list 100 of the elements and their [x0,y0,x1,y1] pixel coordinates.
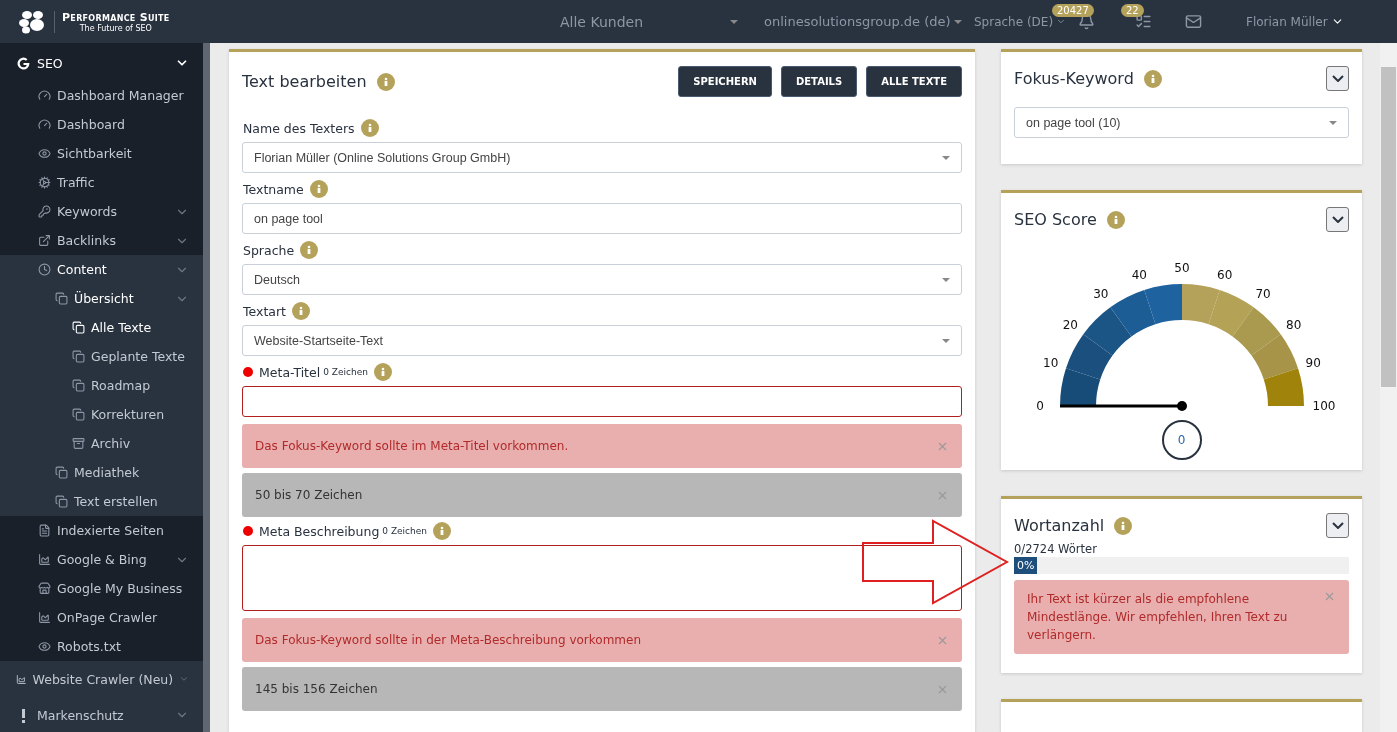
alert-text: 145 bis 156 Zeichen [255,682,379,696]
key-icon [38,205,51,218]
info-icon[interactable] [292,302,310,320]
sidebar-item[interactable]: Indexierte Seiten [0,516,203,545]
domain-dropdown[interactable]: onlinesolutionsgroup.de (de) [764,14,974,29]
info-icon[interactable] [1114,516,1133,535]
sidebar-item[interactable]: Google My Business [0,574,203,603]
chevron-icon [1331,522,1344,529]
notification-badge: 20427 [1052,4,1094,17]
sidebar-item[interactable]: Markenschutz [0,697,203,732]
sidebar-item[interactable]: Content [0,255,203,284]
chevron-icon [1331,216,1344,223]
sidebar-item[interactable]: Dashboard [0,110,203,139]
info-icon[interactable] [360,119,379,137]
documents-icon [72,408,85,421]
sidebar-item[interactable]: Alle Texte [0,313,203,342]
progress-fill: 0% [1014,557,1038,574]
chevron-icon [1331,75,1344,82]
char-counter: 0 Zeichen [323,367,368,377]
gauge-tick-label: 40 [1131,267,1147,282]
sidebar-item[interactable]: Geplante Texte [0,342,203,371]
sidebar-item[interactable]: Robots.txt [0,632,203,661]
info-icon[interactable] [300,241,319,259]
sidebar-scrollbar[interactable] [203,43,210,732]
select-field[interactable]: Website-Startseite-Text [242,325,962,356]
sidebar-item[interactable]: Korrekturen [0,400,203,429]
sidebar-item[interactable]: Sichtbarkeit [0,139,203,168]
gauge-tick-label: 70 [1254,287,1271,302]
customer-dropdown[interactable]: Alle Kunden [560,13,730,30]
gauge-tick-label: 90 [1305,356,1321,371]
sidebar-item[interactable]: Backlinks [0,226,203,255]
documents-icon [72,379,85,392]
char-counter: 0 Zeichen [382,526,427,536]
sidebar-item[interactable]: Dashboard Manager [0,81,203,110]
score-value: 0 [1161,420,1202,460]
sidebar-item[interactable]: Keywords [0,197,203,226]
input-field[interactable]: on page tool [242,203,962,234]
info-icon[interactable] [433,522,451,540]
info-icon[interactable] [309,180,328,198]
alert-text: Ihr Text ist kürzer als die empfohlene Mindestlänge. Wir empfehlen, Ihren Text zu verlängern. [1027,591,1289,644]
gauge-tick-label: 80 [1285,317,1301,332]
field-label: Textart [243,303,286,319]
gauge-tick-label: 100 [1312,399,1335,413]
documents-icon [55,495,68,508]
info-icon[interactable] [1106,210,1125,229]
action-button[interactable]: ALLE TEXTE [866,66,962,97]
caret-icon [953,19,962,24]
task-badge: 22 [1121,4,1144,17]
user-menu[interactable]: Florian Müller [1246,14,1356,29]
action-button[interactable]: SPEICHERN [678,66,772,97]
info-icon[interactable] [373,363,392,381]
gear-icon [38,176,51,189]
brand-tagline: The Future of SEO [79,23,152,33]
sidebar-item[interactable]: Übersicht [0,284,203,313]
sidebar-item[interactable]: Website Crawler (Neu) [0,661,203,697]
gauge-tick-label: 10 [1042,356,1058,371]
collapse-button[interactable] [1326,513,1349,538]
caret-icon [1329,120,1337,125]
select-field[interactable]: Florian Müller (Online Solutions Group GmbH) [242,142,962,173]
alert-text: Das Fokus-Keyword sollte in der Meta-Beschreibung vorkommen [255,633,642,647]
textarea-field[interactable] [242,545,962,611]
sidebar-item[interactable]: Text erstellen [0,487,203,516]
mail-icon[interactable] [1185,13,1202,30]
card-title: Wortanzahl [1014,516,1105,535]
gauge-tick-label: 0 [1035,399,1044,413]
info-icon[interactable] [1143,69,1162,88]
clock-icon [38,263,51,276]
select-field[interactable]: on page tool (10) [1014,107,1349,138]
sidebar-item[interactable]: SEO [0,45,203,81]
documents-icon [55,466,68,479]
gauge-tick-label: 20 [1062,317,1078,332]
select-field[interactable]: Deutsch [242,264,962,295]
collapse-button[interactable] [1326,207,1349,232]
sidebar-item[interactable]: OnPage Crawler [0,603,203,632]
sidebar-item[interactable]: Roadmap [0,371,203,400]
sidebar-item[interactable]: Google & Bing [0,545,203,574]
alert-text: 50 bis 70 Zeichen [255,488,364,502]
scrollbar-thumb[interactable] [1381,67,1396,387]
brand-name: Performance Suite [62,10,170,24]
language-dropdown[interactable]: Sprache (DE) [974,14,1066,29]
documents-icon [55,292,68,305]
sidebar-item[interactable]: Archiv [0,429,203,458]
gauge-icon [38,118,51,131]
caret-icon [942,338,950,343]
info-icon[interactable] [376,72,395,91]
field-label: Textname [243,181,304,197]
gauge-icon [38,89,51,102]
collapse-button[interactable] [1326,66,1349,91]
sidebar-item[interactable]: Mediathek [0,458,203,487]
field-label: Name des Texters [243,120,355,136]
external-link-icon [38,234,51,247]
close-button[interactable] [1323,590,1336,603]
action-button[interactable]: DETAILS [780,66,858,97]
store-icon [38,582,51,595]
card-title: Fokus-Keyword [1014,69,1134,88]
input-field[interactable] [242,386,962,417]
caret-icon [730,19,738,24]
archive-icon [72,437,85,450]
sidebar-item[interactable]: Traffic [0,168,203,197]
field-label: Sprache [243,242,295,258]
